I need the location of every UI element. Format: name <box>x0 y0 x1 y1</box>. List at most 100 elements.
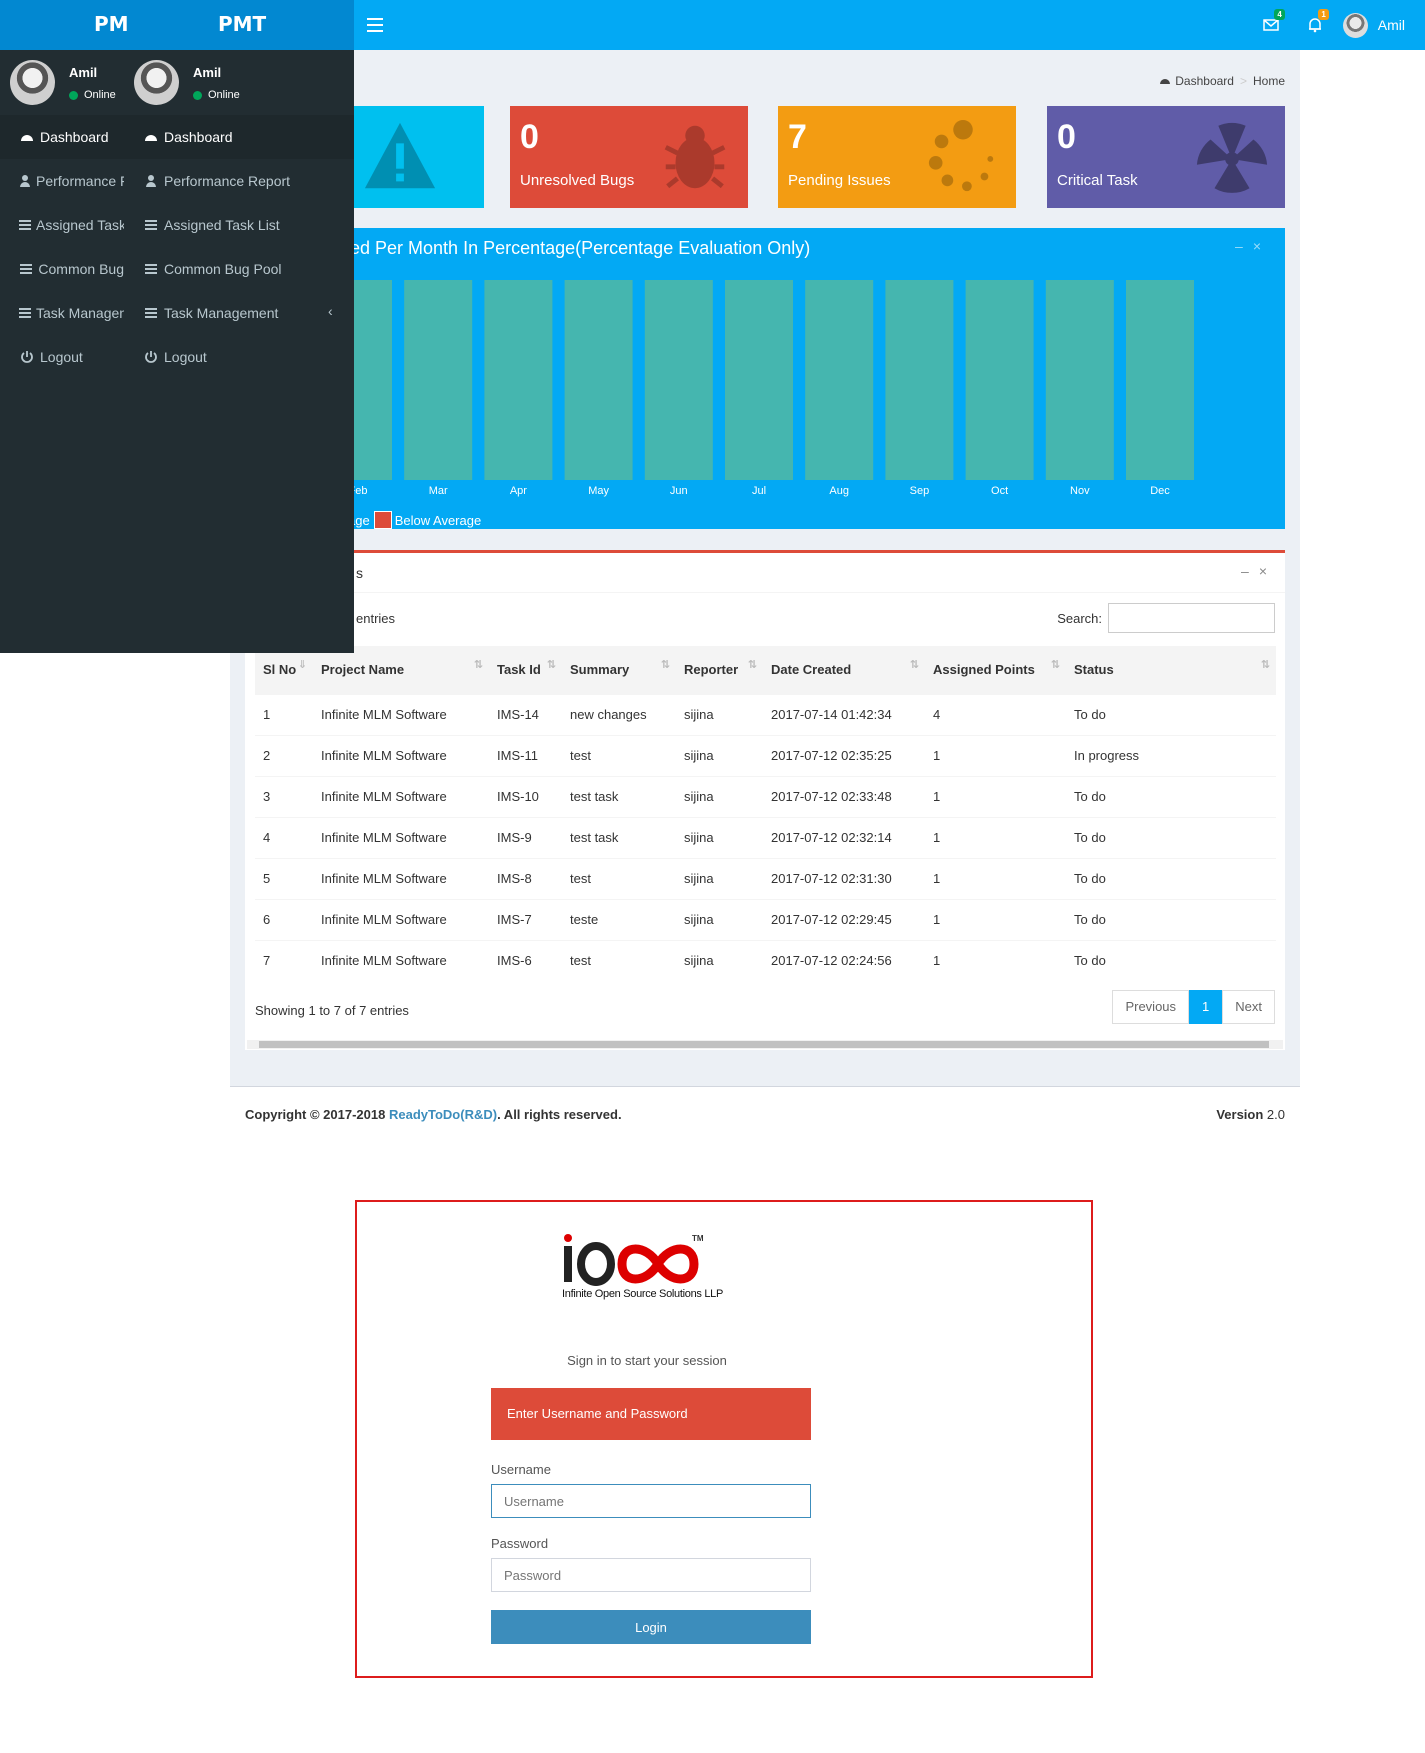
user-icon <box>18 174 32 188</box>
sidebar-item-logout[interactable]: Logout <box>0 335 124 379</box>
table-cell: IMS-14 <box>489 693 562 735</box>
sidebar-item-label: Assigned Task List <box>164 217 280 233</box>
page-root: 4 1 Amil Dashboard > Home 0 Unresolved B… <box>0 0 1425 1753</box>
table-cell: Infinite MLM Software <box>313 734 489 776</box>
sidebar-item-performance-report[interactable]: Performance F <box>0 159 124 203</box>
table-cell: 2017-07-12 02:24:56 <box>763 939 925 981</box>
column-header-task-id[interactable]: Task Id ⇅ <box>489 646 562 694</box>
sidebar-item-label: Common Bug Pool <box>164 261 282 277</box>
logo-mini: PM <box>94 12 129 36</box>
horizontal-scrollbar[interactable] <box>247 1040 1283 1049</box>
column-header-date-created[interactable]: Date Created ⇅ <box>763 646 925 694</box>
sidebar-item-assigned-task-list[interactable]: Assigned Task List <box>124 203 354 247</box>
online-dot-icon <box>69 90 78 100</box>
sidebar-item-common-bug-pool[interactable]: Common Bug Pool <box>124 247 354 291</box>
table-cell: 1 <box>925 857 1066 899</box>
sidebar-item-dashboard[interactable]: Dashboard <box>0 115 124 159</box>
table-cell: IMS-9 <box>489 816 562 858</box>
sidebar-item-task-management[interactable]: Task Management <box>124 291 354 335</box>
table-row: 2 Infinite MLM Software IMS-11 test sijina 20… <box>255 734 1276 776</box>
sidebar-item-task-management[interactable]: Task Managen <box>0 291 124 335</box>
sidebar-toggle-icon[interactable] <box>367 14 383 36</box>
user-menu[interactable]: Amil <box>1337 12 1425 38</box>
table-cell: 2017-07-12 02:32:14 <box>763 816 925 858</box>
x-tick-label: Jun <box>670 485 688 497</box>
password-field[interactable] <box>491 1558 811 1592</box>
username-label: Username <box>491 1462 551 1477</box>
list-icon <box>18 218 32 232</box>
column-header-sl-no[interactable]: Sl No ⇓ <box>255 646 313 694</box>
table-row: 5 Infinite MLM Software IMS-8 test sijina 201… <box>255 857 1276 899</box>
username-field[interactable] <box>491 1484 811 1518</box>
sidebar-item-common-bug-pool[interactable]: Common Bug <box>0 247 124 291</box>
x-tick-label: Apr <box>510 485 527 497</box>
logo-full: PMT <box>218 12 267 36</box>
footer-brand-link[interactable]: ReadyToDo(R&D) <box>389 1107 497 1122</box>
table-header-row: Sl No ⇓ Project Name ⇅ Task Id ⇅ Summary ⇅ R… <box>255 646 1276 694</box>
bar-sep <box>885 280 954 480</box>
sidebar-item-logout[interactable]: Logout <box>124 335 354 379</box>
company-logo: TM Infinite Open Source Solutions LLP <box>562 1230 752 1300</box>
bar-aug <box>805 280 874 480</box>
table-cell: IMS-7 <box>489 898 562 940</box>
pagination-next[interactable]: Next <box>1222 990 1275 1024</box>
table-box-tools[interactable]: –× <box>1241 563 1277 579</box>
footer-copyright: Copyright © 2017-2018 ReadyToDo(R&D). Al… <box>245 1107 622 1122</box>
stat-label: Critical Task <box>1057 172 1138 189</box>
notifications-button[interactable]: 1 <box>1293 0 1337 50</box>
column-header-project-name[interactable]: Project Name ⇅ <box>313 646 489 694</box>
column-header-reporter[interactable]: Reporter ⇅ <box>676 646 763 694</box>
sidebar-column-expanded: Amil Online Dashboard Performance Report Ass… <box>124 50 354 379</box>
table-cell: 1 <box>255 693 313 735</box>
column-header-status[interactable]: Status ⇅ <box>1066 646 1276 694</box>
table-cell: In progress <box>1066 734 1276 776</box>
x-tick-label: Nov <box>1070 485 1090 497</box>
sidebar-item-label: Task Managen <box>36 305 124 321</box>
table-cell: 4 <box>925 693 1066 735</box>
sidebar-item-assigned-task-list[interactable]: Assigned Task <box>0 203 124 247</box>
pagination-previous[interactable]: Previous <box>1112 990 1190 1024</box>
dashboard-icon <box>1160 79 1171 84</box>
user-panel-status: Online <box>69 89 116 101</box>
footer: Copyright © 2017-2018 ReadyToDo(R&D). Al… <box>230 1086 1300 1142</box>
logo-bar[interactable]: PM PMT <box>0 0 354 50</box>
pagination: Previous 1 Next <box>1112 990 1275 1024</box>
legend-label-below-average: Below Average <box>394 512 482 528</box>
stat-number: 0 <box>520 118 539 156</box>
breadcrumb-separator: > <box>1239 74 1247 88</box>
table-cell: IMS-8 <box>489 857 562 899</box>
breadcrumb-dashboard[interactable]: Dashboard <box>1175 74 1234 88</box>
tasks-table: Sl No ⇓ Project Name ⇅ Task Id ⇅ Summary ⇅ R… <box>255 646 1276 981</box>
user-panel-name: Amil <box>69 65 98 80</box>
user-panel-name: Amil <box>193 65 222 80</box>
pagination-page-1[interactable]: 1 <box>1189 990 1223 1024</box>
table-cell: test task <box>562 816 676 858</box>
table-cell: 2 <box>255 734 313 776</box>
chevron-left-icon[interactable]: ‹ <box>328 303 333 319</box>
user-menu-name: Amil <box>1377 17 1405 33</box>
table-cell: To do <box>1066 693 1276 735</box>
scrollbar-thumb[interactable] <box>259 1041 1269 1048</box>
table-cell: Infinite MLM Software <box>313 898 489 940</box>
search-input[interactable] <box>1108 603 1275 633</box>
user-panel-status: Online <box>193 89 240 101</box>
breadcrumb: Dashboard > Home <box>1159 74 1285 88</box>
table-cell: Infinite MLM Software <box>313 693 489 735</box>
bug-icon <box>664 125 726 189</box>
list-icon <box>142 218 160 232</box>
column-header-assigned-points[interactable]: Assigned Points ⇅ <box>925 646 1066 694</box>
sidebar-item-label: Dashboard <box>40 129 109 145</box>
login-button[interactable]: Login <box>491 1610 811 1644</box>
avatar <box>10 60 55 105</box>
main-sidebar: PM PMT Amil Online Dashboard Performance FA… <box>0 0 354 653</box>
logo-company-name: Infinite Open Source Solutions LLP <box>562 1288 724 1300</box>
column-header-summary[interactable]: Summary ⇅ <box>562 646 676 694</box>
messages-button[interactable]: 4 <box>1249 0 1293 50</box>
sidebar-item-performance-report[interactable]: Performance Report <box>124 159 354 203</box>
table-cell: 1 <box>925 734 1066 776</box>
user-icon <box>142 174 160 188</box>
table-cell: 2017-07-14 01:42:34 <box>763 693 925 735</box>
sidebar-item-dashboard[interactable]: Dashboard <box>124 115 354 159</box>
bar-jul <box>725 280 793 480</box>
table-cell: test <box>562 939 676 981</box>
